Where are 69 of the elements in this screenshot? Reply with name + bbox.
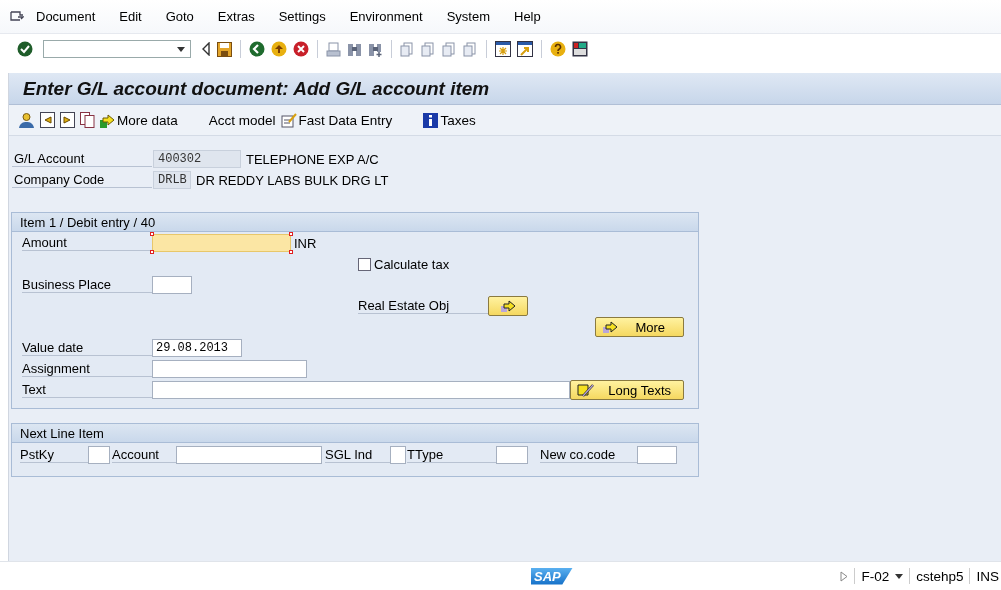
more-button[interactable]: More xyxy=(595,317,684,337)
more-data-button[interactable]: More data xyxy=(100,112,178,128)
print-icon[interactable] xyxy=(326,41,341,57)
field-label: Company Code xyxy=(12,172,152,188)
display-field: DRLB xyxy=(153,171,191,189)
menu-item[interactable]: Settings xyxy=(278,9,326,24)
amount-field[interactable] xyxy=(152,234,291,252)
menu-icon[interactable] xyxy=(10,10,24,23)
field-description: TELEPHONE EXP A/C xyxy=(246,151,379,167)
menu-item[interactable]: Environment xyxy=(349,9,423,24)
menu-item[interactable]: System xyxy=(446,9,490,24)
cancel-icon[interactable] xyxy=(293,41,309,57)
menu-item[interactable]: Edit xyxy=(119,9,142,24)
field-label: G/L Account xyxy=(12,151,152,167)
taxes-button[interactable]: Taxes xyxy=(423,112,476,128)
input-field[interactable] xyxy=(637,446,677,464)
info-icon xyxy=(423,112,439,128)
fast-data-entry-button[interactable]: Fast Data Entry xyxy=(280,112,393,128)
menu-item[interactable]: Help xyxy=(514,9,541,24)
exit-icon[interactable] xyxy=(271,41,287,57)
server-name: cstehp5 xyxy=(916,568,964,584)
input-field[interactable] xyxy=(176,446,322,464)
help-icon[interactable] xyxy=(550,41,566,57)
business-place-field[interactable] xyxy=(152,276,192,294)
binoculars-plus-icon[interactable] xyxy=(368,41,383,57)
transaction-code: F-02 xyxy=(861,568,890,584)
previous-document-icon[interactable] xyxy=(40,112,55,128)
dropdown-icon[interactable] xyxy=(895,573,904,579)
checkbox-label: Calculate tax xyxy=(374,256,450,272)
currency-label: INR xyxy=(294,235,317,251)
group-title: Item 1 / Debit entry / 40 xyxy=(12,213,698,232)
expand-icon[interactable] xyxy=(840,570,849,582)
next-document-icon[interactable] xyxy=(60,112,75,128)
enter-icon[interactable] xyxy=(17,41,33,57)
pencil-note-icon xyxy=(280,112,297,128)
field-description: DR REDDY LABS BULK DRG LT xyxy=(196,172,389,188)
menu-item[interactable]: Goto xyxy=(165,9,194,24)
acct-model-button[interactable]: Acct model xyxy=(208,112,276,128)
input-field[interactable] xyxy=(390,446,406,464)
real-estate-button[interactable] xyxy=(488,296,528,316)
menu-item[interactable]: Document xyxy=(36,9,96,24)
display-field: 400302 xyxy=(153,150,241,168)
screen-title: Enter G/L account document: Add G/L account item xyxy=(9,73,1001,105)
input-field[interactable] xyxy=(88,446,110,464)
insert-mode: INS xyxy=(976,568,999,584)
value-date-field[interactable]: 29.08.2013 xyxy=(152,339,242,357)
input-field[interactable] xyxy=(496,446,528,464)
arrow-icon xyxy=(100,112,115,128)
group-title: Next Line Item xyxy=(12,424,698,443)
calculate-tax-checkbox[interactable] xyxy=(358,257,371,271)
dropdown-icon[interactable] xyxy=(177,46,185,52)
assignment-field[interactable] xyxy=(152,360,307,378)
binoculars-icon[interactable] xyxy=(347,41,362,57)
menu-item[interactable]: Extras xyxy=(217,9,255,24)
new-session-icon[interactable] xyxy=(495,41,511,57)
command-field[interactable] xyxy=(43,40,191,58)
long-texts-button[interactable]: Long Texts xyxy=(570,380,684,400)
copy-icon[interactable] xyxy=(80,112,95,128)
back-icon[interactable] xyxy=(249,41,265,57)
person-icon[interactable] xyxy=(18,111,35,129)
logo: SAP xyxy=(531,567,573,585)
layout-icon[interactable] xyxy=(572,41,588,57)
text-field[interactable] xyxy=(152,381,570,399)
arrow-icon xyxy=(602,320,618,334)
shortcut-icon[interactable] xyxy=(517,41,533,57)
pencil-note-icon xyxy=(577,382,595,398)
save-icon[interactable] xyxy=(217,41,232,57)
back-triangle-icon[interactable] xyxy=(201,42,211,56)
arrow-icon xyxy=(500,299,516,313)
